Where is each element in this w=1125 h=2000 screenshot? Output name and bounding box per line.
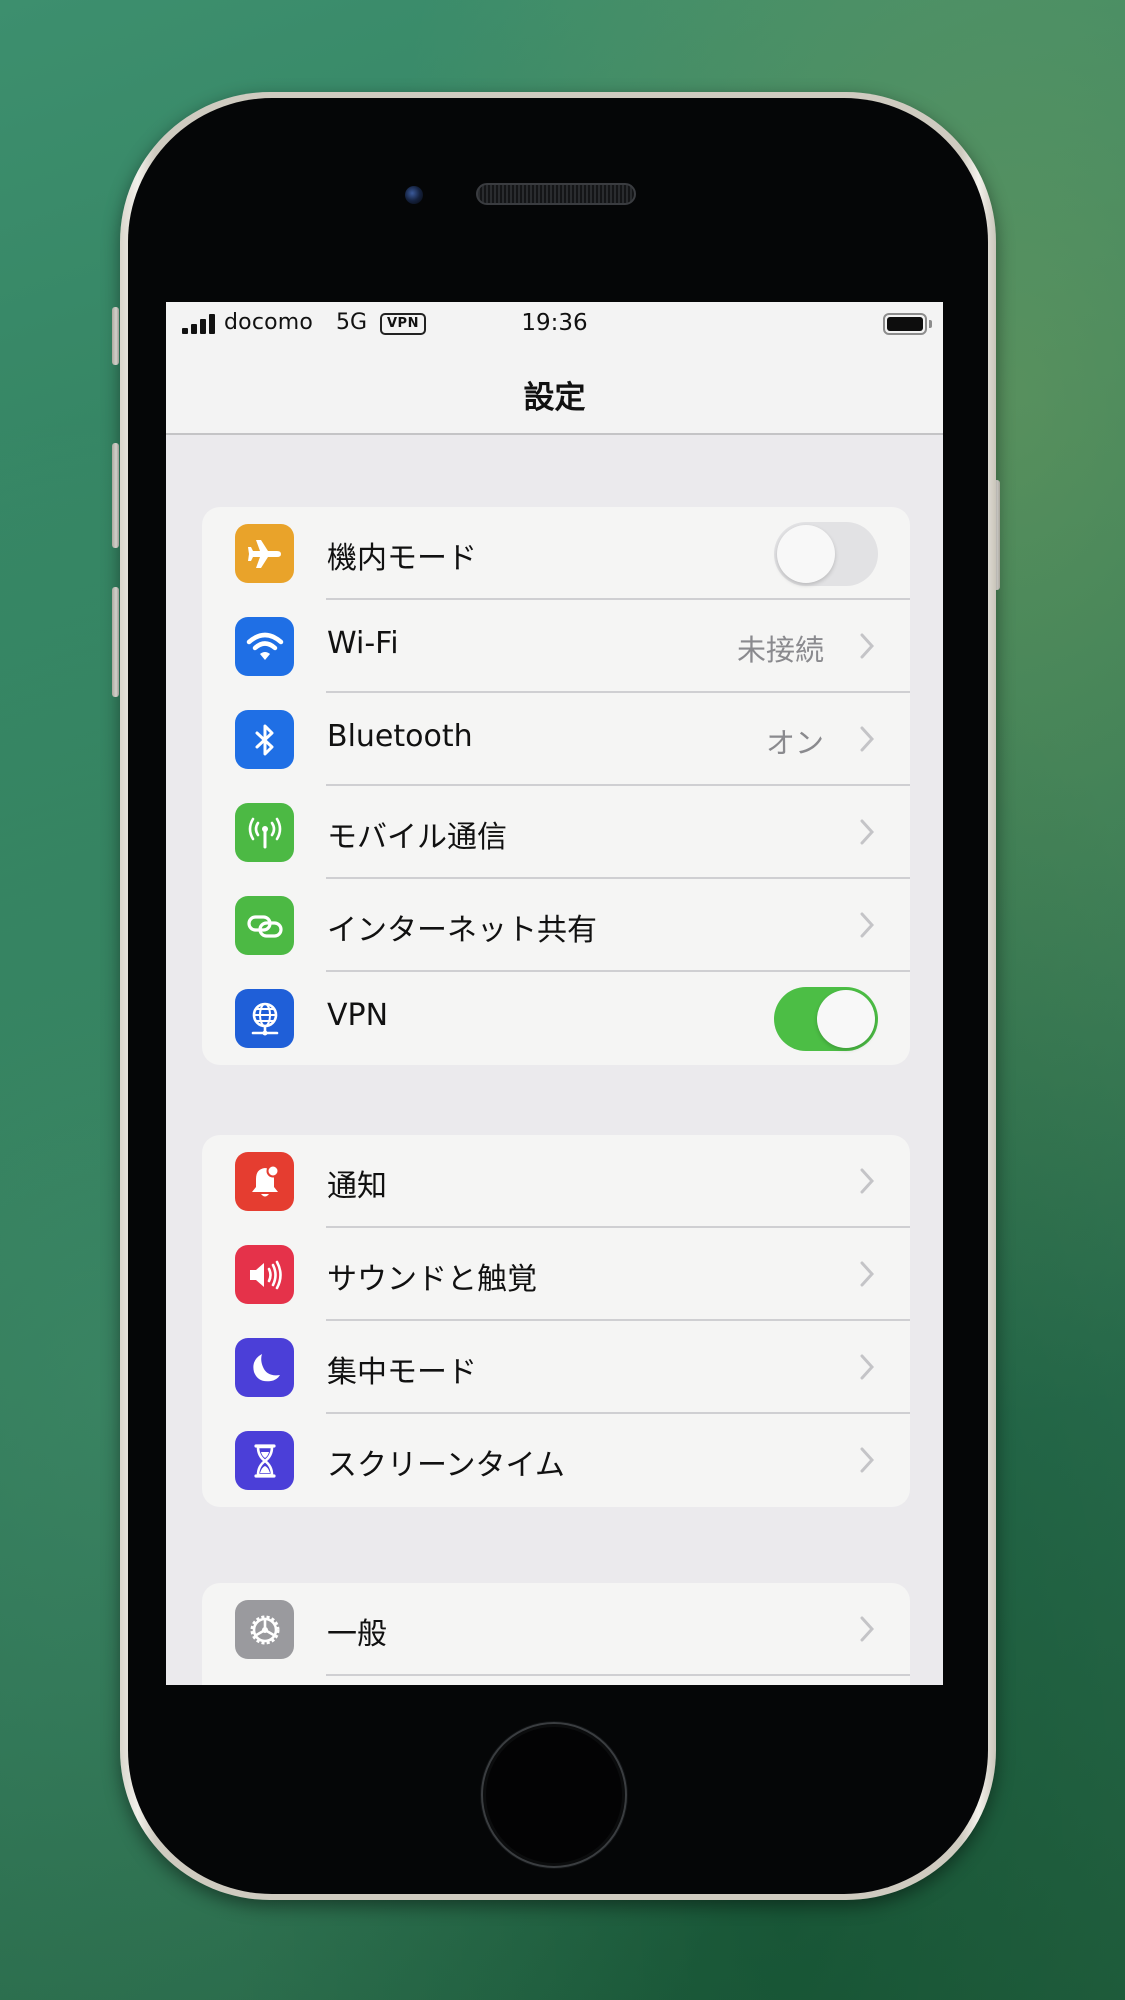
chevron-right-icon [860, 633, 874, 659]
settings-row-label: 通知 [327, 1169, 387, 1204]
chevron-right-icon [860, 726, 874, 752]
settings-row-vpn[interactable]: VPN [202, 972, 910, 1065]
settings-row-label: VPN [327, 998, 389, 1033]
front-camera [405, 186, 423, 204]
battery-icon [883, 313, 927, 335]
airplane-mode-toggle[interactable] [774, 522, 878, 586]
chevron-right-icon [860, 819, 874, 845]
airplane-icon [235, 524, 294, 583]
settings-row-screen-time[interactable]: スクリーンタイム [202, 1414, 910, 1507]
wifi-icon [235, 617, 294, 676]
settings-row-label: モバイル通信 [327, 820, 507, 855]
settings-row-label: インターネット共有 [327, 913, 597, 948]
settings-row-label: 機内モード [327, 541, 477, 576]
status-bar: docomo 5G VPN 19:36 [166, 302, 943, 352]
settings-group-connectivity: 機内モード Wi-Fi 未接続 Bluetooth オン モバイル通信 インター… [202, 507, 910, 1065]
settings-row-label: Wi-Fi [327, 626, 399, 661]
settings-row-focus[interactable]: 集中モード [202, 1321, 910, 1414]
settings-row-label: 集中モード [327, 1355, 477, 1390]
antenna-icon [235, 803, 294, 862]
bluetooth-icon [235, 710, 294, 769]
vpn-toggle[interactable] [774, 987, 878, 1051]
settings-group-general: 一般 [202, 1583, 910, 1685]
settings-row-personal-hotspot[interactable]: インターネット共有 [202, 879, 910, 972]
settings-row-cellular[interactable]: モバイル通信 [202, 786, 910, 879]
mute-switch[interactable] [112, 307, 119, 365]
chevron-right-icon [860, 1616, 874, 1642]
moon-icon [235, 1338, 294, 1397]
chevron-right-icon [860, 912, 874, 938]
page-title: 設定 [523, 380, 586, 416]
settings-group-notifications: 通知 サウンドと触覚 集中モード スクリーンタイム [202, 1135, 910, 1507]
chevron-right-icon [860, 1261, 874, 1287]
volume-down-button[interactable] [112, 587, 119, 697]
settings-row-sounds-haptics[interactable]: サウンドと触覚 [202, 1228, 910, 1321]
battery-tip [929, 320, 932, 328]
bell-icon [235, 1152, 294, 1211]
settings-row-airplane-mode[interactable]: 機内モード [202, 507, 910, 600]
chevron-right-icon [860, 1447, 874, 1473]
chevron-right-icon [860, 1354, 874, 1380]
hourglass-icon [235, 1431, 294, 1490]
settings-row-notifications[interactable]: 通知 [202, 1135, 910, 1228]
speaker-icon [235, 1245, 294, 1304]
settings-row-label: 一般 [327, 1617, 387, 1652]
settings-row-bluetooth[interactable]: Bluetooth オン [202, 693, 910, 786]
home-button[interactable] [481, 1722, 627, 1868]
wifi-status-value: 未接続 [736, 633, 824, 667]
settings-row-label: スクリーンタイム [327, 1448, 565, 1483]
earpiece-speaker [476, 183, 636, 205]
navigation-bar: 設定 [166, 352, 943, 435]
settings-screen: docomo 5G VPN 19:36 設定 機内モード Wi-Fi 未接続 B… [166, 302, 943, 1685]
volume-up-button[interactable] [112, 443, 119, 548]
settings-row-general[interactable]: 一般 [202, 1583, 910, 1676]
link-chain-icon [235, 896, 294, 955]
gear-icon [235, 1600, 294, 1659]
settings-row-wifi[interactable]: Wi-Fi 未接続 [202, 600, 910, 693]
status-time: 19:36 [521, 310, 588, 336]
row-separator [326, 1674, 910, 1676]
settings-row-label: Bluetooth [327, 719, 473, 754]
bluetooth-status-value: オン [765, 726, 824, 760]
settings-row-label: サウンドと触覚 [327, 1262, 537, 1297]
globe-network-icon [235, 989, 294, 1048]
chevron-right-icon [860, 1168, 874, 1194]
